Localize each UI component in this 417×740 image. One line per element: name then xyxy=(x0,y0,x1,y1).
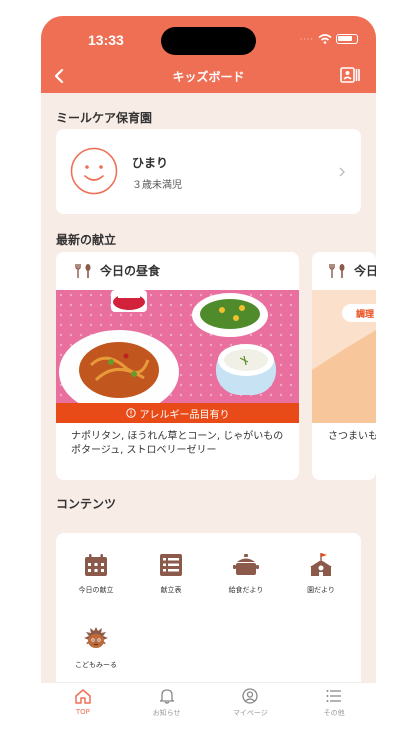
list-icon xyxy=(160,554,182,576)
content-item-school-news[interactable]: 園だより xyxy=(286,553,356,595)
menu-card-title: 今日 xyxy=(354,264,376,278)
tab-other[interactable]: その他 xyxy=(292,683,376,724)
menu-card-heading: 今日 xyxy=(328,262,376,279)
menu-section-title: 最新の献立 xyxy=(56,233,117,247)
smiley-avatar-icon xyxy=(70,147,118,195)
menu-card-heading: 今日の昼食 xyxy=(74,262,160,279)
warning-circle-icon xyxy=(125,408,136,418)
fork-spoon-icon xyxy=(329,263,345,278)
page-title: キッズボード xyxy=(172,70,245,84)
child-age-group: ３歳未満児 xyxy=(132,180,182,191)
cooking-badge: 調理 xyxy=(342,304,376,322)
content-item-lunch-news[interactable]: 給食だより xyxy=(211,553,281,595)
contents-section-title: コンテンツ xyxy=(56,497,117,511)
user-icon xyxy=(242,688,259,704)
pot-icon xyxy=(233,554,259,575)
content-label: 園だより xyxy=(307,586,335,594)
tab-mypage[interactable]: マイページ xyxy=(209,683,293,724)
home-icon xyxy=(75,689,91,704)
signal-icon: ···· xyxy=(299,34,314,44)
content-label: 献立表 xyxy=(160,586,182,594)
tab-notifications[interactable]: お知らせ xyxy=(125,683,209,724)
menu-dishes: さつまいも xyxy=(328,431,376,442)
tab-label: その他 xyxy=(323,709,345,717)
app-screen: 13:33 ···· キッズボード ミールケア保育園 ひまり ３歳未満児 最新の… xyxy=(41,16,376,724)
bell-icon xyxy=(159,689,174,704)
tab-label: マイページ xyxy=(232,709,268,717)
chestnut-mascot-icon xyxy=(84,627,108,648)
allergy-text: アレルギー品目有り xyxy=(139,409,230,421)
fork-spoon-icon xyxy=(75,263,91,278)
id-card-icon[interactable] xyxy=(340,67,360,83)
school-icon xyxy=(310,553,332,576)
content-label: 今日の献立 xyxy=(78,586,114,594)
tab-label: TOP xyxy=(75,708,90,716)
app-header: 13:33 ···· キッズボード xyxy=(41,16,376,93)
status-time: 13:33 xyxy=(88,32,124,48)
contents-grid: 今日の献立 献立表 給食だより 園だより こどもみーる xyxy=(56,533,361,703)
menu-icon xyxy=(326,690,342,702)
content-label: こどもみーる xyxy=(75,661,117,669)
dynamic-island xyxy=(161,27,256,55)
menu-card-lunch[interactable]: 今日の昼食 アレルギー品目有り ナポリタン, ほうれん草とコーン, じゃがいもの… xyxy=(56,252,299,480)
chevron-right-icon xyxy=(339,167,345,177)
calendar-icon xyxy=(85,554,107,576)
child-name: ひまり xyxy=(132,156,169,170)
allergy-banner: アレルギー品目有り xyxy=(56,403,299,423)
menu-dishes: ナポリタン, ほうれん草とコーン, じゃがいものポタージュ, ストロベリーゼリー xyxy=(71,431,284,456)
content-item-today-menu[interactable]: 今日の献立 xyxy=(61,553,131,595)
facility-name: ミールケア保育園 xyxy=(56,111,153,125)
menu-card-next[interactable]: 今日 調理 さつまいも xyxy=(312,252,376,480)
bottom-tab-bar: TOP お知らせ マイページ その他 xyxy=(41,682,376,724)
content-label: 給食だより xyxy=(228,586,264,594)
wifi-icon xyxy=(318,34,332,44)
content-item-menu-table[interactable]: 献立表 xyxy=(136,553,206,595)
tab-label: お知らせ xyxy=(152,709,181,717)
battery-icon xyxy=(336,34,358,44)
tab-top[interactable]: TOP xyxy=(41,683,125,724)
child-card[interactable]: ひまり ３歳未満児 xyxy=(56,129,361,214)
lunch-photo xyxy=(56,290,299,403)
content-item-kodomo-miru[interactable]: こどもみーる xyxy=(61,626,131,670)
status-icons: ···· xyxy=(300,34,358,44)
menu-card-title: 今日の昼食 xyxy=(100,264,161,278)
